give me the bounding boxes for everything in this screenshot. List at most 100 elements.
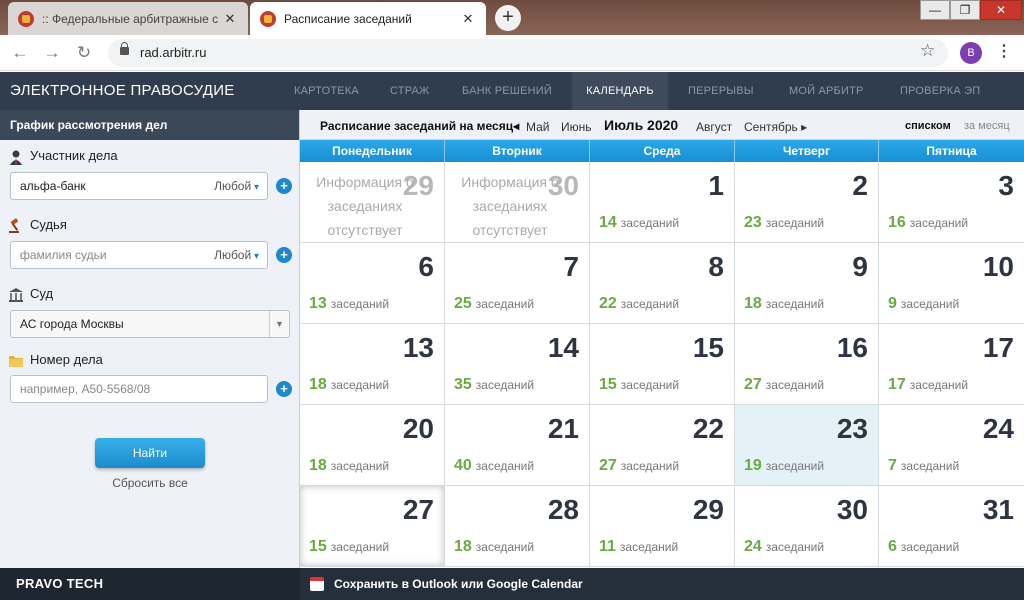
weekday-header-row: Понедельник Вторник Среда Четверг Пятниц… (300, 140, 1024, 162)
calendar-day-cell[interactable]: 316заседаний (879, 486, 1024, 567)
session-count[interactable]: 14 заседаний (599, 214, 679, 232)
site-brand[interactable]: ЭЛЕКТРОННОЕ ПРАВОСУДИЕ (10, 82, 235, 99)
session-count[interactable]: 7 заседаний (888, 457, 959, 475)
session-count[interactable]: 18 заседаний (309, 457, 389, 475)
close-tab-icon[interactable]: ✕ (222, 11, 238, 27)
calendar-day-cell[interactable]: 29 11 заседаний (590, 486, 735, 567)
judge-mode-dropdown[interactable]: Любой (214, 242, 259, 270)
session-count[interactable]: 40 заседаний (454, 457, 534, 475)
save-to-calendar-link[interactable]: Сохранить в Outlook или Google Calendar (300, 568, 1024, 600)
session-count[interactable]: 27 заседаний (599, 457, 679, 475)
case-number-input[interactable]: например, А50-5568/08 (10, 375, 268, 403)
month-june-link[interactable]: Июнь (561, 120, 592, 134)
view-month-link[interactable]: за месяц (964, 120, 1010, 132)
participant-input[interactable]: альфа-банк Любой (10, 172, 268, 200)
reset-all-link[interactable]: Сбросить все (95, 476, 205, 490)
session-count-label: заседаний (900, 540, 960, 554)
browser-tab-schedule[interactable]: Расписание заседаний ✕ (250, 2, 486, 35)
session-count[interactable]: 23 заседаний (744, 214, 824, 232)
calendar-day-cell[interactable]: 9 18 заседаний (735, 243, 879, 324)
add-participant-icon[interactable]: + (276, 178, 292, 194)
nav-pereryvy[interactable]: ПЕРЕРЫВЫ (688, 72, 754, 110)
session-count[interactable]: 6 заседаний (888, 538, 959, 556)
close-tab-icon[interactable]: ✕ (460, 11, 476, 27)
session-count[interactable]: 13 заседаний (309, 295, 389, 313)
month-may-link[interactable]: Май (526, 120, 550, 134)
calendar-day-cell[interactable]: 28 18 заседаний (445, 486, 590, 567)
add-judge-icon[interactable]: + (276, 247, 292, 263)
case-number-placeholder: например, А50-5568/08 (20, 382, 151, 396)
minimize-button[interactable]: — (920, 0, 950, 20)
reload-icon[interactable]: ↻ (72, 41, 96, 65)
calendar-day-cell[interactable]: 17 17 заседаний (879, 324, 1024, 405)
forward-icon[interactable]: → (40, 41, 64, 65)
calendar-day-cell[interactable]: 13 18 заседаний (300, 324, 445, 405)
browser-tab-arbitr[interactable]: :: Федеральные арбитражные с ✕ (8, 2, 248, 35)
chevron-down-icon[interactable]: ▼ (269, 311, 289, 337)
calendar-day-cell[interactable]: 21 40 заседаний (445, 405, 590, 486)
nav-kartoteka[interactable]: КАРТОТЕКА (294, 72, 359, 110)
judge-input[interactable]: фамилия судьи Любой (10, 241, 268, 269)
back-icon[interactable]: ← (8, 41, 32, 65)
session-count[interactable]: 27 заседаний (744, 376, 824, 394)
calendar-day-cell[interactable]: 10 9 заседаний (879, 243, 1024, 324)
session-count-number: 23 (744, 214, 762, 231)
calendar-day-cell[interactable]: 27 15 заседаний (300, 486, 445, 567)
session-count[interactable]: 16 заседаний (888, 214, 968, 232)
participant-label: Участник дела (8, 148, 118, 165)
session-count[interactable]: 22 заседаний (599, 295, 679, 313)
calendar-day-cell[interactable]: 8 22 заседаний (590, 243, 735, 324)
close-window-button[interactable]: ✕ (980, 0, 1022, 20)
calendar-day-cell[interactable]: 23 19 заседаний (735, 405, 879, 486)
calendar-day-cell[interactable]: 15 15 заседаний (590, 324, 735, 405)
session-count[interactable]: 35 заседаний (454, 376, 534, 394)
bookmark-star-icon[interactable]: ☆ (920, 41, 935, 61)
session-count[interactable]: 25 заседаний (454, 295, 534, 313)
session-count[interactable]: 9 заседаний (888, 295, 959, 313)
view-list-link[interactable]: списком (905, 120, 951, 132)
calendar-day-cell[interactable]: 22 27 заседаний (590, 405, 735, 486)
session-count[interactable]: 18 заседаний (744, 295, 824, 313)
nav-strazh[interactable]: СТРАЖ (390, 72, 429, 110)
participant-label-text: Участник дела (30, 148, 118, 163)
maximize-button[interactable]: ❐ (950, 0, 980, 20)
calendar-day-cell[interactable]: 1 14 заседаний (590, 162, 735, 243)
new-tab-button[interactable]: + (495, 5, 521, 31)
month-september-link[interactable]: Сентябрь ▸ (744, 120, 807, 134)
session-count[interactable]: 18 заседаний (454, 538, 534, 556)
session-count[interactable]: 15 заседаний (599, 376, 679, 394)
calendar-day-cell[interactable]: 30 Информация о заседаниях отсутствует (445, 162, 590, 243)
calendar-day-cell[interactable]: 316заседаний (879, 162, 1024, 243)
calendar-day-cell[interactable]: 16 27 заседаний (735, 324, 879, 405)
calendar-day-cell[interactable]: 6 13 заседаний (300, 243, 445, 324)
calendar-day-cell[interactable]: 30 24 заседаний (735, 486, 879, 567)
add-case-number-icon[interactable]: + (276, 381, 292, 397)
nav-kalendar[interactable]: КАЛЕНДАРЬ (572, 72, 668, 110)
profile-avatar[interactable]: B (960, 42, 982, 64)
court-select[interactable]: АС города Москвы ▼ (10, 310, 290, 338)
calendar-day-cell[interactable]: 29 Информация о заседаниях отсутствует (300, 162, 445, 243)
month-august-link[interactable]: Август (696, 120, 732, 134)
browser-menu-icon[interactable]: ⋮ (996, 41, 1012, 61)
session-count[interactable]: 17 заседаний (888, 376, 968, 394)
participant-mode-dropdown[interactable]: Любой (214, 173, 259, 201)
calendar-day-cell[interactable]: 2 23 заседаний (735, 162, 879, 243)
session-count[interactable]: 24 заседаний (744, 538, 824, 556)
session-count[interactable]: 11 заседаний (599, 538, 678, 556)
person-icon (8, 149, 24, 165)
url-field[interactable]: rad.arbitr.ru (108, 39, 948, 67)
session-count[interactable]: 18 заседаний (309, 376, 389, 394)
session-count[interactable]: 19 заседаний (744, 457, 824, 475)
day-number: 9 (852, 251, 868, 282)
calendar-day-cell[interactable]: 24 7 заседаний (879, 405, 1024, 486)
session-count-number: 25 (454, 295, 472, 312)
session-count[interactable]: 15 заседаний (309, 538, 389, 556)
calendar-day-cell[interactable]: 14 35 заседаний (445, 324, 590, 405)
nav-proverka-ep[interactable]: ПРОВЕРКА ЭП (900, 72, 980, 110)
nav-bank-resheniy[interactable]: БАНК РЕШЕНИЙ (462, 72, 552, 110)
calendar-day-cell[interactable]: 20 18 заседаний (300, 405, 445, 486)
find-button[interactable]: Найти (95, 438, 205, 468)
nav-moy-arbitr[interactable]: МОЙ АРБИТР (789, 72, 864, 110)
prev-month-arrow-icon[interactable]: ◂ (513, 119, 519, 133)
calendar-day-cell[interactable]: 7 25 заседаний (445, 243, 590, 324)
